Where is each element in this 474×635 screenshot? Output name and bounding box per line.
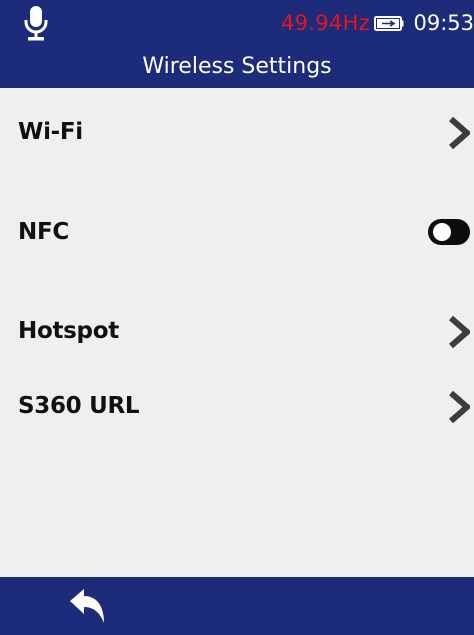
menu-item-wifi[interactable]: Wi-Fi [0,88,474,176]
toggle-knob [433,223,451,241]
header: 49.94Hz 09:53 Wireless Settings [0,0,474,88]
nfc-toggle[interactable] [428,219,470,245]
microphone-icon [24,6,48,41]
menu-item-label: Hotspot [18,318,119,344]
menu-item-nfc[interactable]: NFC [0,188,474,276]
menu-item-label: Wi-Fi [18,119,83,145]
chevron-right-icon [449,315,470,349]
menu-item-label: NFC [18,219,69,245]
menu-item-label: S360 URL [18,393,140,419]
frequency-readout: 49.94Hz [280,11,370,35]
page-title: Wireless Settings [142,54,332,79]
clock: 09:53 [413,11,474,35]
battery-charging-icon [374,16,404,31]
menu-item-s360-url[interactable]: S360 URL [0,362,474,450]
footer-bar [0,577,474,635]
status-bar: 49.94Hz 09:53 [0,0,474,46]
chevron-right-icon [449,390,470,424]
chevron-right-icon [449,116,470,150]
back-arrow-icon[interactable] [66,587,110,627]
